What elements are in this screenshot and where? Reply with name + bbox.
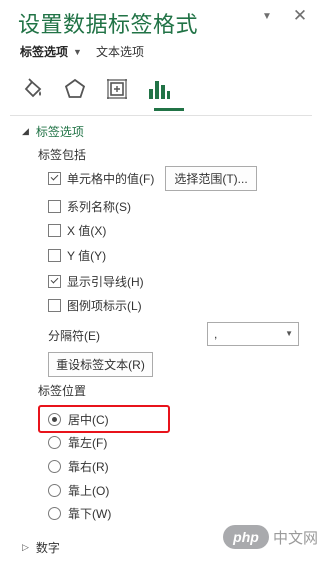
checkbox-label: 显示引导线(H): [67, 274, 144, 289]
section-title: 数字: [35, 541, 60, 555]
label-contains-heading: 标签包括: [38, 148, 87, 162]
separator-label: 分隔符(E): [48, 329, 100, 343]
check-mark-icon: [50, 172, 59, 181]
section-title: 标签选项: [35, 125, 84, 139]
section-number[interactable]: ▷ 数字: [22, 539, 60, 556]
effects-pentagon-icon[interactable]: [62, 76, 88, 102]
radio-right[interactable]: 靠右(R): [48, 458, 109, 474]
checkbox-leader-lines[interactable]: 显示引导线(H): [48, 273, 144, 289]
radio-button[interactable]: [48, 459, 61, 473]
tab-text-options[interactable]: 文本选项: [96, 43, 144, 60]
radio-center[interactable]: 居中(C): [48, 411, 109, 427]
checkbox-y-value[interactable]: Y 值(Y): [48, 247, 106, 263]
radio-button[interactable]: [48, 506, 61, 520]
checkbox-label: Y 值(Y): [67, 248, 107, 263]
section-label-options[interactable]: ◢ 标签选项: [22, 123, 84, 140]
label-position-heading: 标签位置: [38, 384, 87, 398]
close-icon[interactable]: ✕: [291, 6, 309, 25]
select-range-button[interactable]: 选择范围(T)...: [165, 166, 257, 191]
checkbox[interactable]: [48, 199, 61, 213]
fill-line-icon[interactable]: [20, 76, 46, 102]
radio-button[interactable]: [48, 412, 61, 426]
size-properties-icon[interactable]: [104, 76, 130, 102]
pane-title: 设置数据标签格式: [18, 12, 199, 37]
watermark-text: 中文网: [273, 529, 319, 547]
checkbox[interactable]: [48, 171, 61, 185]
collapse-triangle-icon: ◢: [22, 126, 29, 136]
radio-below[interactable]: 靠下(W): [48, 505, 111, 521]
tab-dropdown-chevron-icon[interactable]: ▼: [73, 47, 82, 57]
watermark-logo: php: [223, 525, 269, 549]
checkbox[interactable]: [48, 274, 61, 288]
radio-label: 靠右(R): [68, 459, 109, 474]
radio-above[interactable]: 靠上(O): [48, 482, 109, 498]
expand-triangle-icon: ▷: [22, 542, 29, 552]
checkbox-label: X 值(X): [67, 223, 107, 238]
options-tab-strip: 标签选项 ▼ 文本选项: [20, 43, 144, 60]
radio-button[interactable]: [48, 435, 61, 449]
radio-button[interactable]: [48, 483, 61, 497]
active-category-indicator: [154, 108, 184, 111]
divider: [10, 115, 312, 116]
radio-label: 靠上(O): [68, 483, 110, 498]
separator-select[interactable]: , ▼: [207, 322, 299, 346]
checkbox[interactable]: [48, 248, 61, 262]
tab-label-options[interactable]: 标签选项: [20, 43, 68, 60]
checkbox-label: 单元格中的值(F): [67, 171, 155, 186]
radio-label: 靠下(W): [68, 506, 112, 521]
pane-options-chevron-down-icon[interactable]: ▼: [258, 7, 276, 25]
checkbox-series-name[interactable]: 系列名称(S): [48, 198, 131, 214]
check-mark-icon: [50, 275, 59, 284]
checkbox-x-value[interactable]: X 值(X): [48, 222, 106, 238]
radio-selected-dot: [52, 416, 57, 422]
radio-left[interactable]: 靠左(F): [48, 434, 107, 450]
reset-label-text-button[interactable]: 重设标签文本(R): [48, 352, 153, 377]
chevron-down-icon: ▼: [285, 329, 293, 338]
checkbox-legend-key[interactable]: 图例项标示(L): [48, 297, 142, 313]
checkbox-cell-value[interactable]: 单元格中的值(F): [48, 170, 154, 186]
separator-value: ,: [214, 327, 218, 341]
label-options-chart-icon[interactable]: [146, 76, 172, 102]
radio-label: 居中(C): [68, 412, 109, 427]
checkbox[interactable]: [48, 223, 61, 237]
checkbox-label: 系列名称(S): [67, 199, 131, 214]
checkbox-label: 图例项标示(L): [67, 298, 142, 313]
radio-label: 靠左(F): [68, 435, 108, 450]
checkbox[interactable]: [48, 298, 61, 312]
watermark: php 中文网: [223, 525, 318, 549]
